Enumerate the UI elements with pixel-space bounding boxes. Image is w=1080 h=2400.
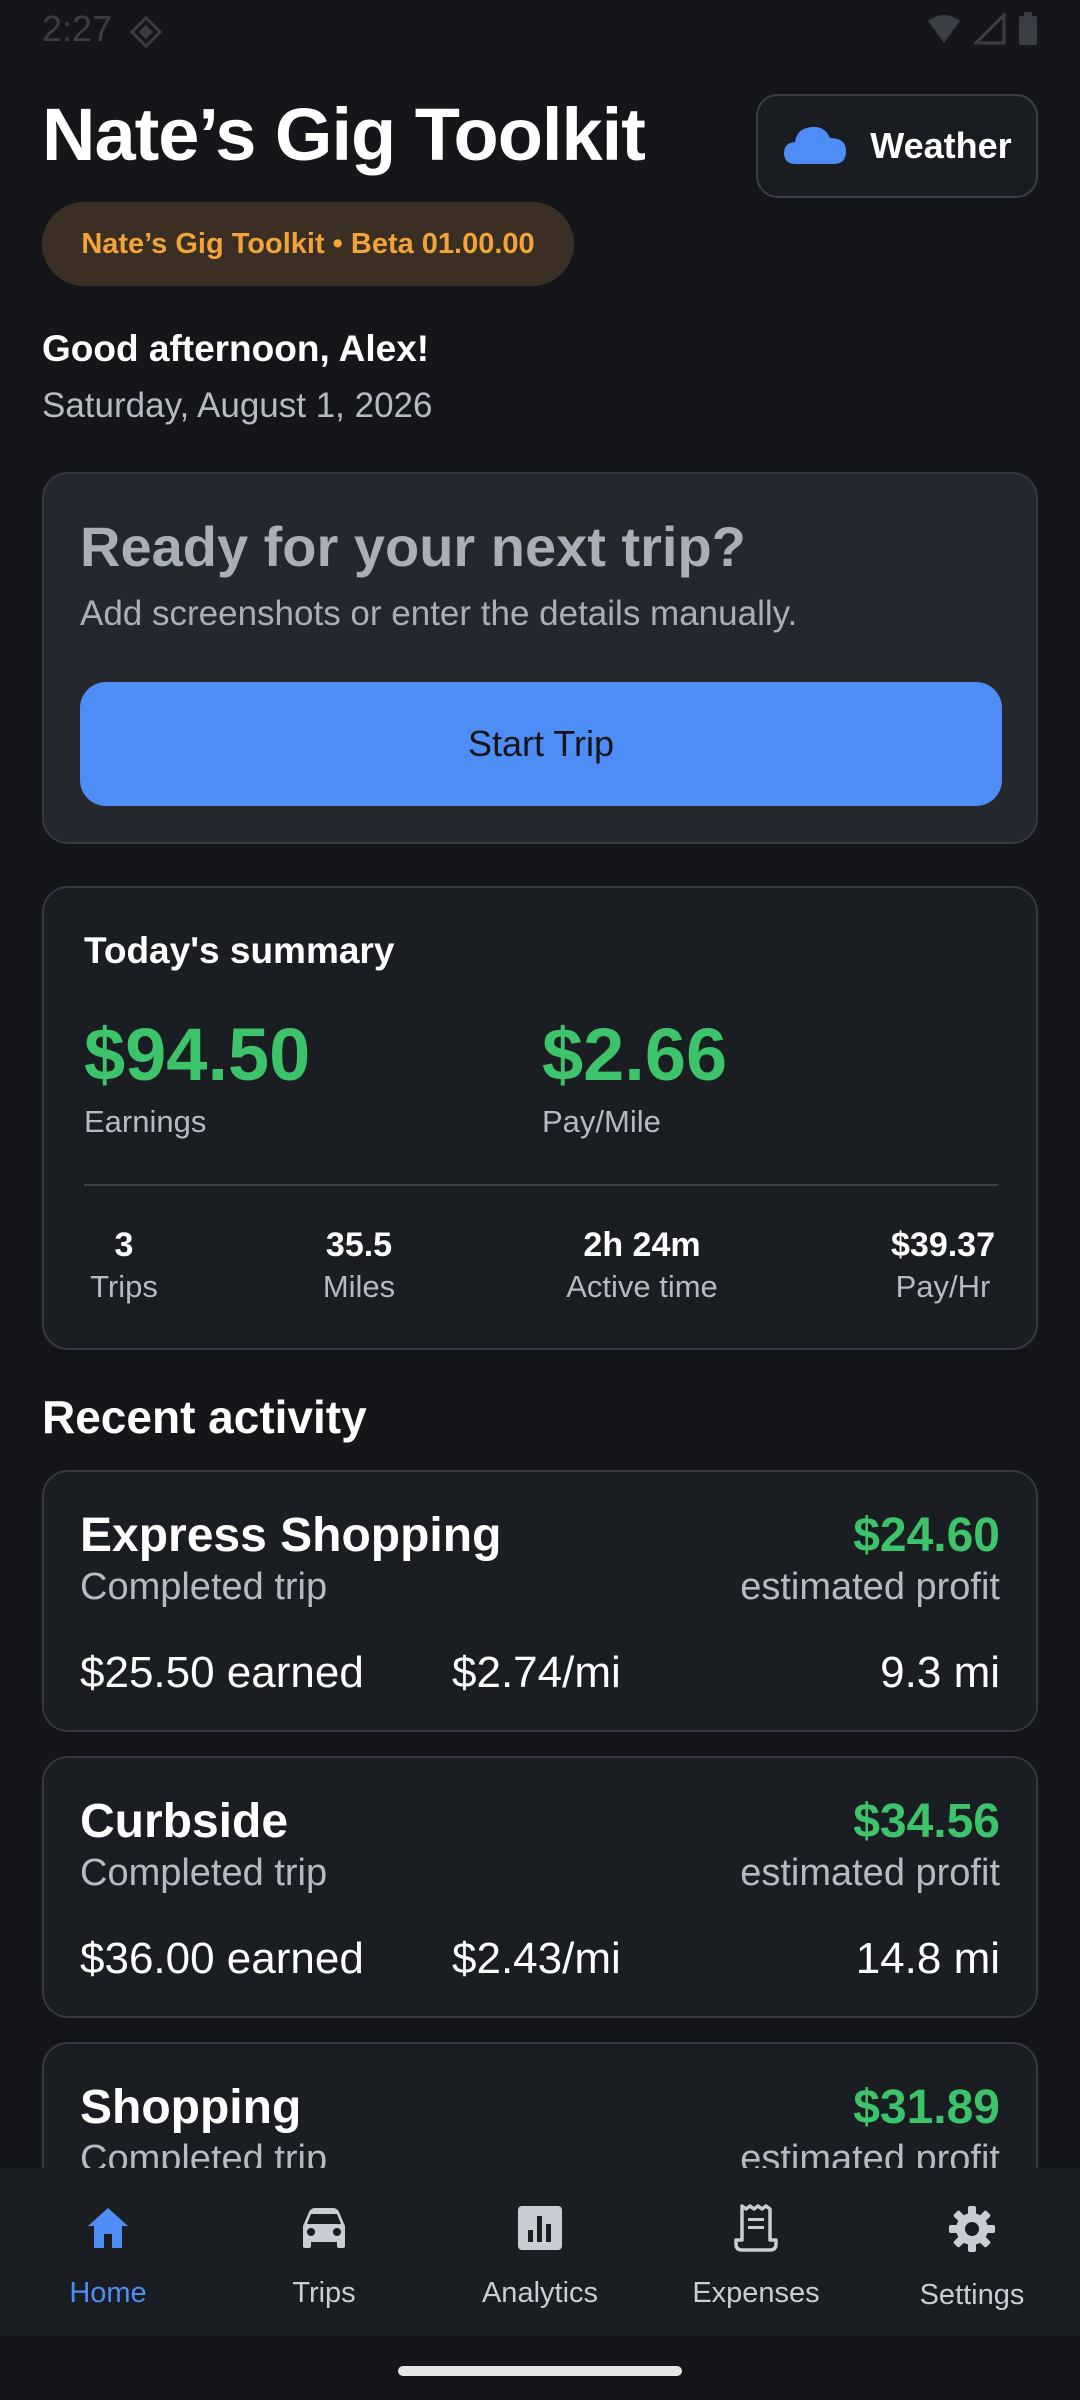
activity-card[interactable]: Curbside Completed trip $34.56 estimated… (42, 1756, 1038, 2018)
trip-name: Express Shopping (80, 1509, 502, 1562)
stat-value: 2h 24m (583, 1226, 701, 1264)
wifi-icon (926, 13, 962, 50)
notification-icon (128, 14, 164, 55)
nav-item-home[interactable]: Home (0, 2168, 216, 2336)
summary-divider (84, 1184, 998, 1186)
nav-label: Analytics (481, 2277, 599, 2309)
stat-label: Pay/Hr (895, 1269, 991, 1304)
home-icon (84, 2204, 132, 2257)
trip-miles: 14.8 mi (855, 1934, 1000, 1983)
receipt-icon (732, 2204, 780, 2257)
trip-earned: $36.00 earned (80, 1934, 364, 1983)
bottom-nav: Home Trips Analytics Expenses Settings (0, 2168, 1080, 2336)
nav-label: Home (69, 2277, 147, 2309)
weather-label: Weather (870, 125, 1012, 166)
car-icon (299, 2204, 349, 2257)
trip-profit-label: estimated profit (740, 1566, 1000, 1608)
activity-card[interactable]: Express Shopping Completed trip $24.60 e… (42, 1470, 1038, 1732)
trip-profit-label: estimated profit (740, 1852, 1000, 1894)
earnings-value: $94.50 (84, 1013, 311, 1096)
earnings-label: Earnings (84, 1104, 207, 1139)
trip-status: Completed trip (80, 1566, 328, 1608)
stat-miles: 35.5 Miles (304, 1226, 414, 1305)
cloud-icon (782, 122, 848, 171)
next-trip-card: Ready for your next trip? Add screenshot… (42, 472, 1038, 844)
recent-activity-title: Recent activity (42, 1391, 367, 1443)
battery-icon (1018, 12, 1038, 51)
current-date: Saturday, August 1, 2026 (42, 386, 433, 425)
signal-icon (972, 11, 1006, 50)
version-badge: Nate’s Gig Toolkit • Beta 01.00.00 (42, 202, 574, 286)
trip-profit: $24.60 (853, 1509, 1000, 1562)
next-trip-subtitle: Add screenshots or enter the details man… (80, 594, 798, 633)
stat-value: $39.37 (891, 1226, 995, 1264)
nav-item-analytics[interactable]: Analytics (432, 2168, 648, 2336)
nav-label: Expenses (692, 2277, 820, 2309)
app-title: Nate’s Gig Toolkit (42, 93, 646, 176)
stat-label: Active time (566, 1269, 718, 1304)
nav-item-expenses[interactable]: Expenses (648, 2168, 864, 2336)
stat-value: 3 (114, 1226, 134, 1264)
trip-name: Shopping (80, 2081, 302, 2134)
nav-label: Settings (919, 2279, 1025, 2311)
trip-miles: 9.3 mi (880, 1648, 1000, 1697)
start-trip-button[interactable]: Start Trip (80, 682, 1002, 806)
trip-rate: $2.74/mi (452, 1648, 621, 1697)
trip-status: Completed trip (80, 1852, 328, 1894)
summary-title: Today's summary (84, 930, 395, 971)
analytics-icon (516, 2204, 564, 2257)
trip-profit: $31.89 (853, 2081, 1000, 2134)
status-time: 2:27 (42, 8, 113, 49)
stat-active-time: 2h 24m Active time (552, 1226, 732, 1305)
today-summary-card: Today's summary $94.50 Earnings $2.66 Pa… (42, 886, 1038, 1350)
weather-button[interactable]: Weather (756, 94, 1038, 198)
stat-value: 35.5 (325, 1226, 393, 1264)
nav-item-trips[interactable]: Trips (216, 2168, 432, 2336)
pay-per-mile-label: Pay/Mile (542, 1104, 661, 1139)
home-indicator[interactable] (398, 2366, 682, 2376)
pay-per-mile-value: $2.66 (542, 1013, 728, 1096)
stat-label: Miles (322, 1269, 396, 1304)
greeting: Good afternoon, Alex! (42, 328, 430, 369)
stat-trips: 3 Trips (84, 1226, 164, 1305)
gear-icon (947, 2204, 997, 2259)
next-trip-title: Ready for your next trip? (80, 515, 746, 578)
stat-pay-per-hour: $39.37 Pay/Hr (876, 1226, 1010, 1305)
trip-earned: $25.50 earned (80, 1648, 364, 1697)
status-bar: 2:27 (0, 0, 1080, 60)
stat-label: Trips (90, 1269, 158, 1304)
nav-item-settings[interactable]: Settings (864, 2168, 1080, 2336)
trip-rate: $2.43/mi (452, 1934, 621, 1983)
trip-name: Curbside (80, 1795, 289, 1848)
trip-profit: $34.56 (853, 1795, 1000, 1848)
nav-label: Trips (292, 2277, 356, 2309)
